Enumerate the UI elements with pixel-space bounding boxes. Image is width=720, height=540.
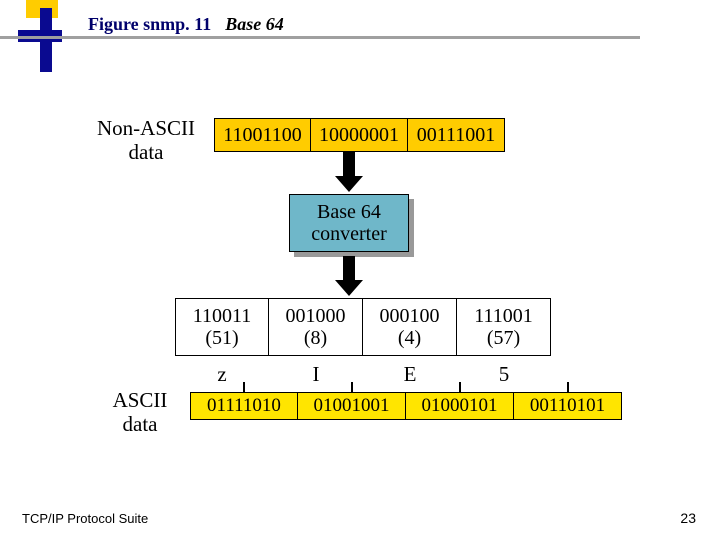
sixbit-groups-row: 110011 (51) 001000 (8) 000100 (4) 111001… [175, 298, 551, 356]
sixbit-group-1: 001000 (8) [269, 298, 363, 356]
output-bytes-row: 01111010 01001001 01000101 00110101 [190, 392, 622, 420]
label-ascii: ASCII data [100, 388, 180, 436]
footer-page: 23 [680, 510, 696, 526]
sixbit-dec: (57) [487, 327, 520, 349]
output-byte-0: 01111010 [190, 392, 298, 420]
input-byte-1: 10000001 [311, 118, 408, 152]
sixbit-bits: 001000 [286, 305, 346, 327]
converter-label: Base 64 converter [289, 194, 409, 252]
figure-title: Base 64 [225, 14, 284, 35]
output-byte-2: 01000101 [406, 392, 514, 420]
header-divider [0, 36, 640, 39]
sixbit-dec: (8) [304, 327, 327, 349]
slide-logo [18, 0, 64, 62]
sixbit-bits: 110011 [193, 305, 252, 327]
sixbit-bits: 000100 [380, 305, 440, 327]
sixbit-bits: 111001 [474, 305, 533, 327]
output-byte-1: 01001001 [298, 392, 406, 420]
sixbit-group-2: 000100 (4) [363, 298, 457, 356]
base64-char-0: z [175, 358, 269, 387]
figure-label: Figure snmp. 11 [88, 14, 211, 35]
figure-header: Figure snmp. 11 Base 64 [88, 14, 284, 35]
output-byte-3: 00110101 [514, 392, 622, 420]
sixbit-group-3: 111001 (57) [457, 298, 551, 356]
footer-title: TCP/IP Protocol Suite [22, 511, 148, 526]
sixbit-dec: (51) [205, 327, 238, 349]
base64-char-3: 5 [457, 358, 551, 387]
sixbit-group-0: 110011 (51) [175, 298, 269, 356]
base64-char-2: E [363, 358, 457, 387]
base64-chars-row: z I E 5 [175, 358, 551, 387]
input-byte-0: 11001100 [214, 118, 311, 152]
sixbit-dec: (4) [398, 327, 421, 349]
base64-converter-box: Base 64 converter [289, 194, 409, 252]
label-non-ascii: Non-ASCII data [86, 116, 206, 164]
base64-char-1: I [269, 358, 363, 387]
input-byte-2: 00111001 [408, 118, 505, 152]
input-bytes-row: 11001100 10000001 00111001 [214, 118, 505, 152]
